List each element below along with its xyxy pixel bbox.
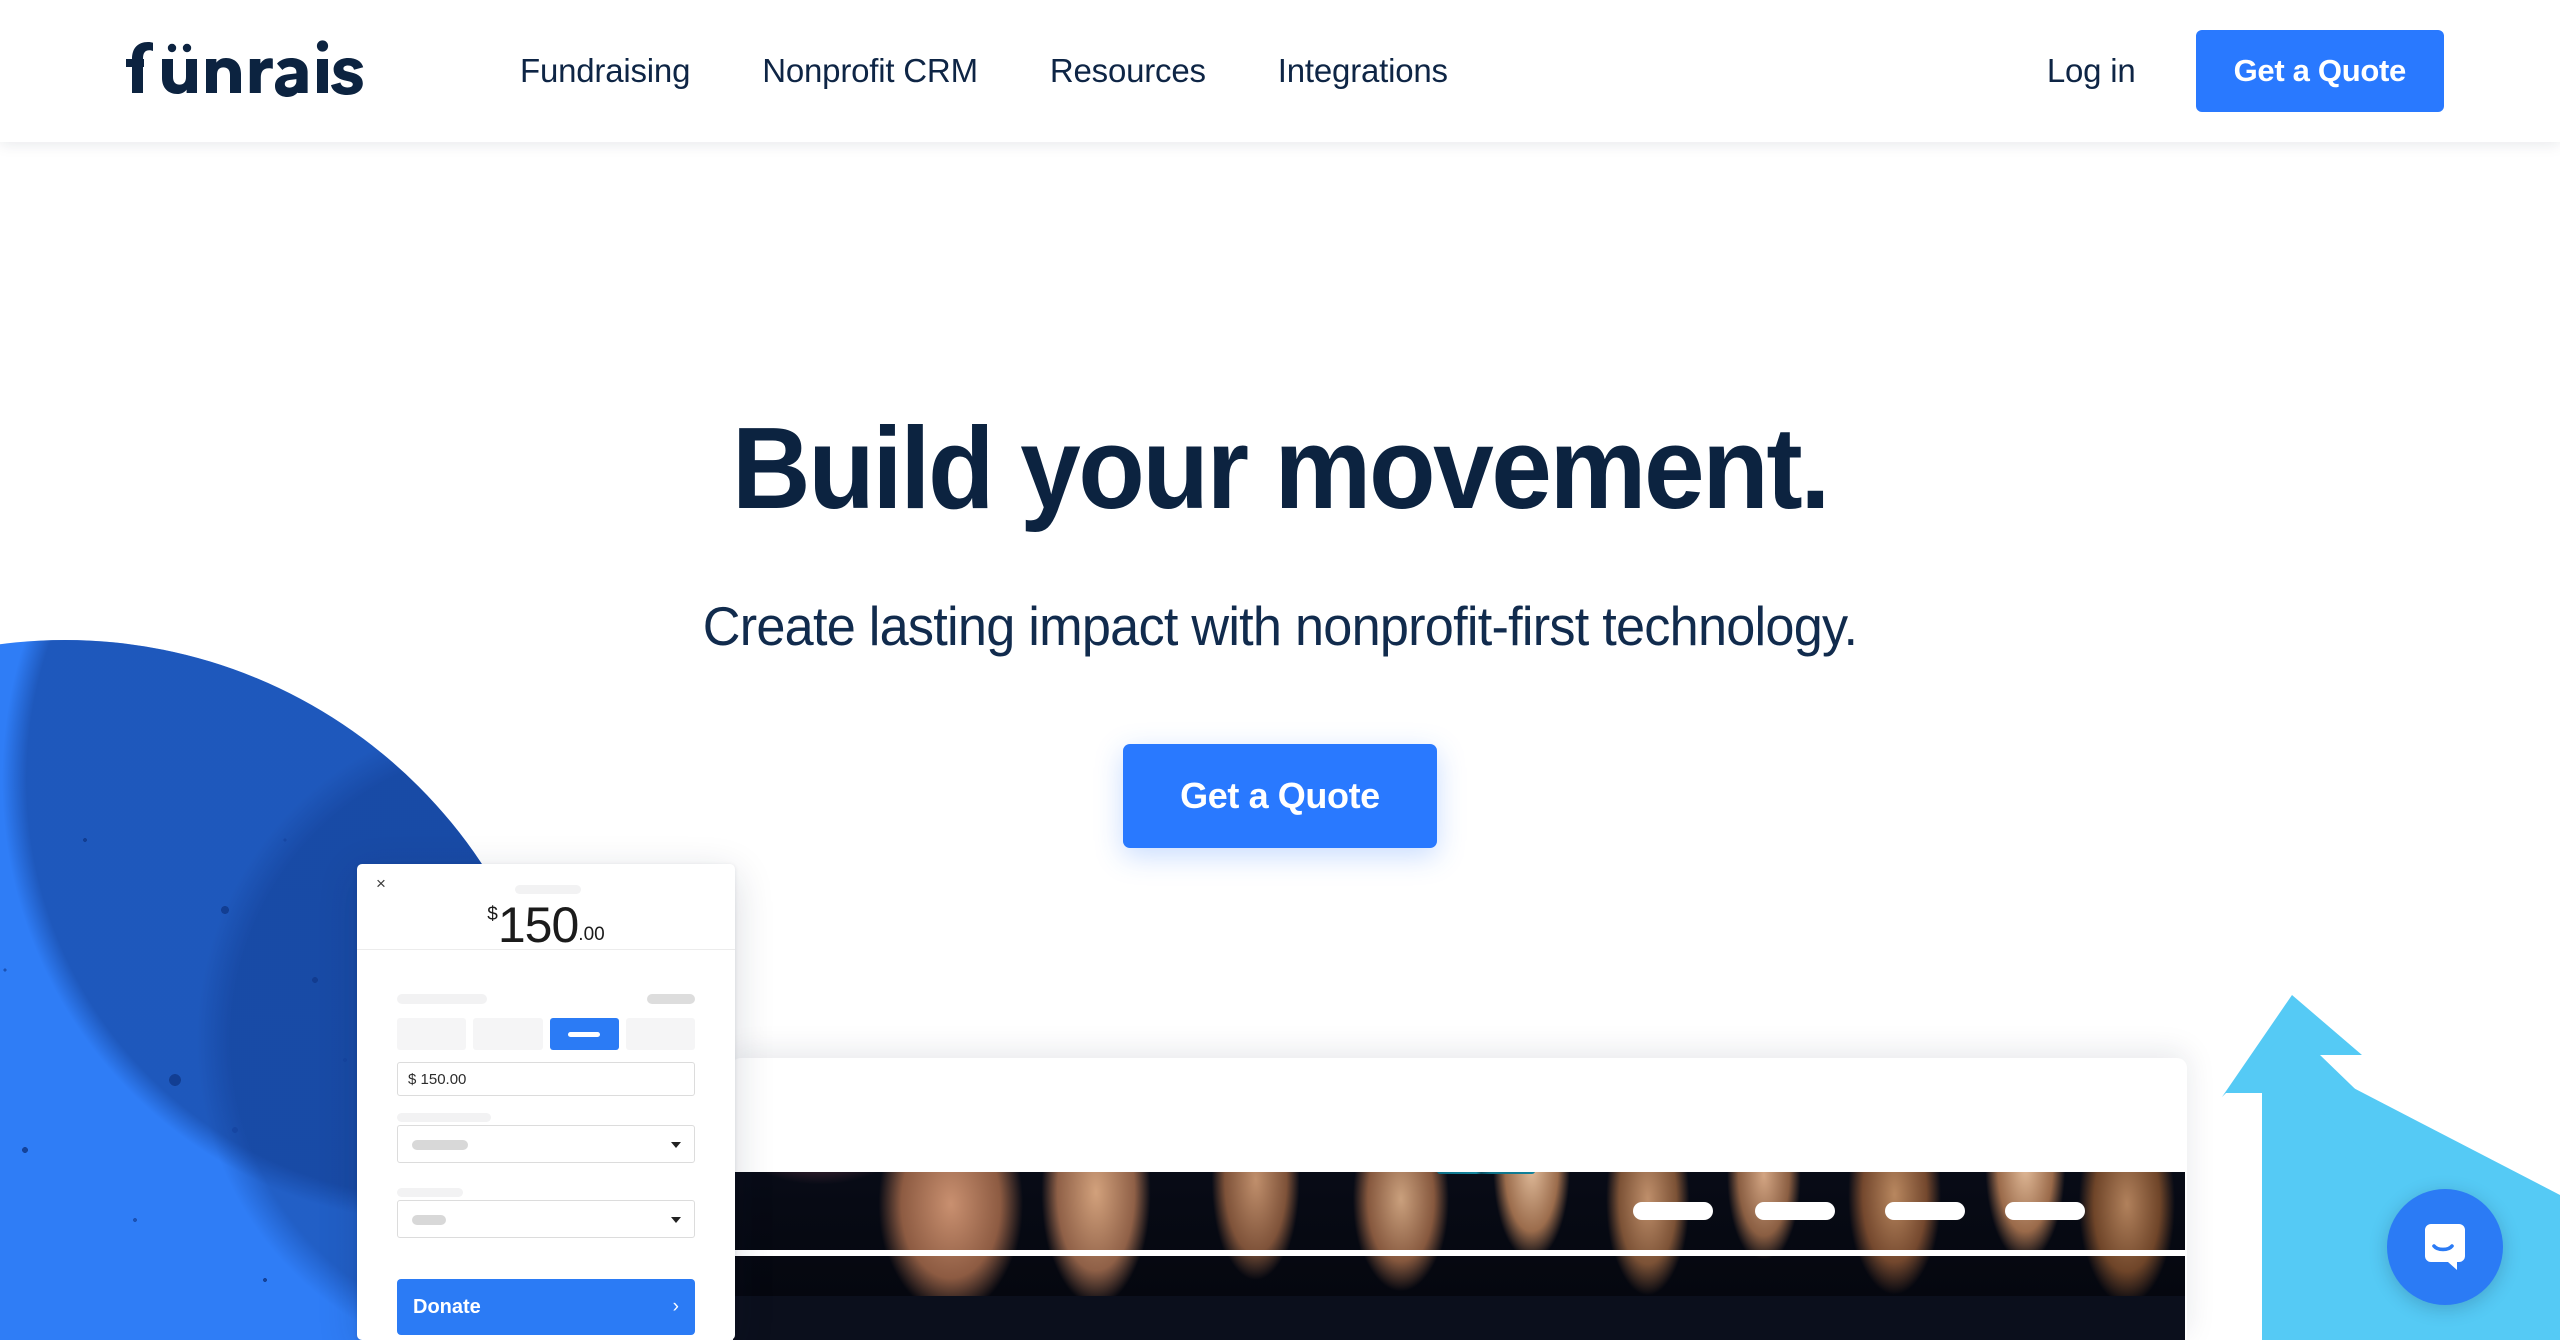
photo-preview-card [731,1058,2187,1340]
nav-get-a-quote-button[interactable]: Get a Quote [2195,30,2444,112]
amount-preset-2[interactable] [473,1018,543,1050]
login-link[interactable]: Log in [2047,52,2136,90]
skeleton-field-label [397,994,487,1004]
donation-amount-display: $150.00 [357,896,735,954]
donate-button-label: Donate [413,1295,481,1318]
decorative-cyan-arrow [2140,995,2560,1340]
skeleton-select-label-1 [397,1113,491,1122]
donate-button[interactable]: Donate › [397,1279,695,1335]
designation-select[interactable] [397,1200,695,1238]
select-placeholder-skeleton [412,1215,446,1225]
skeleton-bar [1633,1202,1713,1220]
chat-bubble-icon [2425,1224,2465,1270]
funraise-logo-icon [126,40,364,97]
nav-actions: Log in Get a Quote [2047,0,2444,142]
primary-nav-links: Fundraising Nonprofit CRM Resources Inte… [484,0,1484,142]
amount-preset-buttons [397,1018,695,1050]
hands-photo-image [733,1172,2185,1250]
nav-link-nonprofit-crm[interactable]: Nonprofit CRM [726,52,1014,90]
select-placeholder-skeleton [412,1140,468,1150]
teal-bracelet [1437,1172,1536,1174]
photo-strip-lower [733,1256,2185,1340]
donation-form-widget: × $150.00 $ 150.00 Donate › [357,864,735,1340]
page-root: Fundraising Nonprofit CRM Resources Inte… [0,0,2560,1340]
close-icon[interactable]: × [370,873,392,895]
hands-photo-image-lower [733,1256,2185,1296]
top-navigation-bar: Fundraising Nonprofit CRM Resources Inte… [0,0,2560,142]
chevron-down-icon [671,1142,681,1148]
nav-link-resources[interactable]: Resources [1014,52,1242,90]
custom-amount-input[interactable]: $ 150.00 [397,1062,695,1096]
skeleton-select-label-2 [397,1188,463,1197]
amount-cents: .00 [578,924,605,945]
preset-dash-icon [568,1031,601,1037]
skeleton-bar [1755,1202,1835,1220]
photo-strip-upper [733,1172,2185,1250]
skeleton-bar [2005,1202,2085,1220]
hero-get-a-quote-button[interactable]: Get a Quote [1123,744,1437,848]
donation-amount-header: × $150.00 [357,864,735,953]
funraise-logo[interactable] [120,32,390,100]
chevron-down-icon [671,1217,681,1223]
skeleton-title-bar [515,885,581,894]
chevron-right-icon: › [672,1296,679,1317]
page-title: Build your movement. [731,403,1831,533]
intercom-chat-button[interactable] [2387,1189,2503,1305]
amount-preset-1[interactable] [397,1018,467,1050]
amount-whole: 150 [497,897,579,953]
donation-frequency-select[interactable] [397,1125,695,1163]
currency-symbol: $ [487,904,498,925]
amount-preset-4[interactable] [625,1018,695,1050]
nav-link-integrations[interactable]: Integrations [1242,52,1484,90]
arrow-up-left-icon [2222,995,2560,1340]
amount-preset-3-selected[interactable] [549,1018,619,1050]
skeleton-bar [1885,1202,1965,1220]
skeleton-toggle-label [647,994,695,1004]
nav-link-fundraising[interactable]: Fundraising [484,52,726,90]
form-label-row [397,994,695,1004]
